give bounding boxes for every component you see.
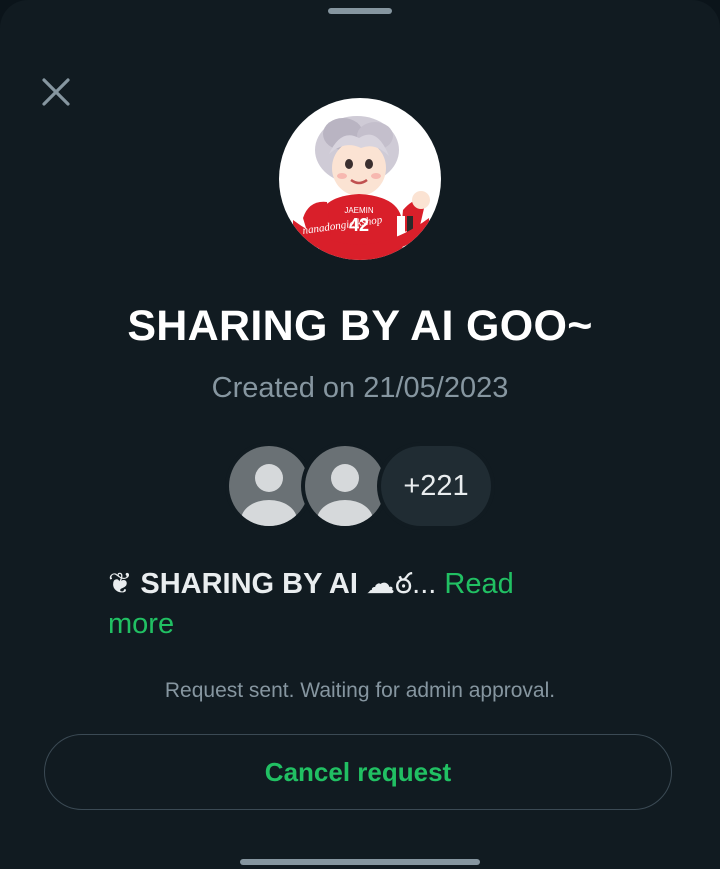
screen: JAEMIN 42 nanadongie kshop SHARING BY AI… bbox=[0, 0, 720, 869]
drag-handle[interactable] bbox=[328, 8, 392, 14]
close-button[interactable] bbox=[34, 70, 78, 114]
group-description: ❦ SHARING BY AI ☁ఠ... Read more bbox=[108, 564, 568, 644]
member-avatar bbox=[229, 446, 309, 526]
member-avatars[interactable]: +221 bbox=[229, 446, 499, 526]
gesture-nav-bar[interactable] bbox=[240, 859, 480, 865]
default-person-icon bbox=[241, 464, 297, 526]
description-emoji: ❦ bbox=[108, 568, 133, 600]
default-person-icon bbox=[317, 464, 373, 526]
description-emoji-suffix: ☁ఠ bbox=[365, 568, 413, 600]
group-avatar[interactable]: JAEMIN 42 nanadongie kshop bbox=[279, 98, 441, 260]
group-title: SHARING BY AI GOO~ bbox=[127, 302, 593, 350]
jersey-name: JAEMIN bbox=[344, 206, 374, 215]
group-invite-sheet: JAEMIN 42 nanadongie kshop SHARING BY AI… bbox=[0, 0, 720, 869]
cartoon-avatar-icon: JAEMIN 42 nanadongie kshop bbox=[293, 116, 430, 260]
description-text: SHARING BY AI bbox=[140, 568, 358, 600]
member-count-badge[interactable]: +221 bbox=[381, 446, 491, 526]
cancel-request-button[interactable]: Cancel request bbox=[44, 734, 672, 810]
member-avatar bbox=[305, 446, 385, 526]
created-date: Created on 21/05/2023 bbox=[211, 372, 509, 404]
close-icon bbox=[42, 78, 70, 106]
description-ellipsis: ... bbox=[412, 568, 437, 600]
request-status-message: Request sent. Waiting for admin approval… bbox=[164, 679, 556, 702]
